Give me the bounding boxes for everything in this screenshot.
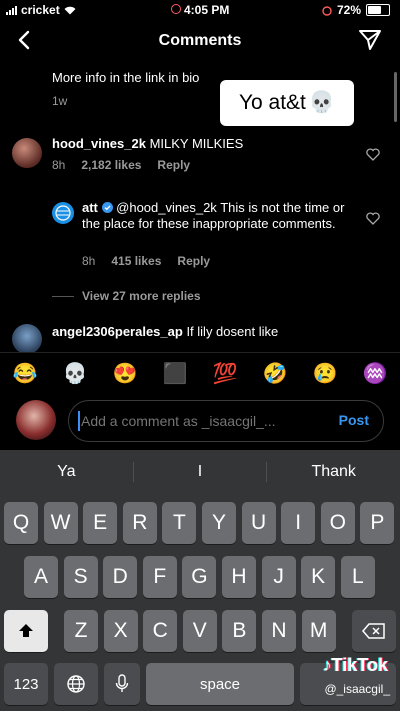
battery-percent: 72% [336,3,361,17]
divider [52,296,74,297]
delete-key[interactable] [352,610,396,652]
send-icon[interactable] [358,28,382,52]
comment-username[interactable]: att [82,200,98,215]
key-r[interactable]: R [122,502,157,544]
comment-meta: 8h 2,182 likes Reply [52,158,190,172]
recording-icon [170,4,181,14]
watermark-user: @_isaacgil_ [324,682,390,696]
comment-time: 8h [82,254,96,268]
numbers-key[interactable]: 123 [4,663,48,705]
key-x[interactable]: X [103,610,138,652]
emoji-laughing[interactable]: 😂 [13,361,38,386]
verified-badge-icon [101,202,113,213]
like-heart-icon[interactable] [366,212,380,225]
backspace-icon [362,623,385,639]
emoji-crying[interactable]: 😢 [313,361,338,386]
globe-icon [55,205,71,221]
key-d[interactable]: D [103,556,138,598]
comments-header: Comments [0,20,400,62]
reply-button[interactable]: Reply [157,158,190,172]
reply-body: att @hood_vines_2k This is not the time … [82,200,352,232]
dictation-key[interactable] [104,663,140,705]
key-z[interactable]: Z [64,610,98,652]
att-logo-avatar[interactable] [52,202,74,224]
tiktok-note-icon: ♪ [322,655,332,675]
avatar[interactable] [12,324,42,352]
key-u[interactable]: U [241,502,276,544]
shift-key[interactable] [4,610,48,652]
key-y[interactable]: Y [202,502,236,544]
comment-input[interactable] [79,409,303,433]
emoji-black-square[interactable]: ⬛ [163,361,188,386]
suggestion-1[interactable]: Ya [0,450,133,494]
key-e[interactable]: E [83,502,118,544]
comment-username[interactable]: angel2306perales_ap [52,324,183,339]
comment-body: angel2306perales_ap If lily dosent like [52,324,352,340]
globe-key[interactable] [54,663,98,705]
comment-text: MILKY MILKIES [149,136,244,151]
alarm-icon [322,5,332,16]
emoji-heart-eyes[interactable]: 😍 [113,361,138,386]
view-more-replies[interactable]: View 27 more replies [82,289,201,303]
caption-time: 1w [52,94,68,108]
tiktok-brand: TikTok [331,655,388,675]
status-bar: cricket 4:05 PM 72% [0,0,400,20]
comment-composer: Post [0,395,400,447]
key-b[interactable]: B [222,610,257,652]
overlay-text: Yo at&t [238,91,306,114]
comment-username[interactable]: hood_vines_2k [52,136,146,151]
emoji-skull[interactable]: 💀 [63,361,88,386]
user-avatar [16,400,56,440]
comment-input-box[interactable]: Post [68,400,384,442]
key-c[interactable]: C [143,610,178,652]
tiktok-watermark: ♪TikTok [323,655,388,676]
emoji-aquarius[interactable]: ♒ [363,361,388,386]
comment-time: 8h [52,158,66,172]
emoji-hundred[interactable]: 💯 [213,361,238,386]
key-q[interactable]: Q [4,502,38,544]
comment-body: hood_vines_2k MILKY MILKIES [52,136,352,152]
globe-icon [67,675,85,693]
post-button[interactable]: Post [339,412,369,428]
key-l[interactable]: L [340,556,375,598]
page-title: Comments [158,32,242,49]
suggestion-2[interactable]: I [134,450,267,494]
status-time: 4:05 PM [183,3,230,17]
caption-text: More info in the link in bio [52,70,200,85]
key-g[interactable]: G [182,556,217,598]
avatar[interactable] [12,138,42,168]
key-o[interactable]: O [320,502,355,544]
key-p[interactable]: P [360,502,395,544]
key-i[interactable]: I [281,502,316,544]
key-h[interactable]: H [222,556,256,598]
comment-likes[interactable]: 415 likes [111,254,161,268]
key-n[interactable]: N [262,610,296,652]
key-a[interactable]: A [24,556,58,598]
key-k[interactable]: K [301,556,336,598]
predictive-bar: Ya I Thank [0,450,400,494]
skull-emoji: 💀 [308,91,336,114]
scrollbar[interactable] [394,72,397,122]
video-caption-overlay: Yo at&t 💀 [220,80,354,126]
suggestion-3[interactable]: Thank [267,450,400,494]
emoji-quick-bar: 😂 💀 😍 ⬛ 💯 🤣 😢 ♒ [0,352,400,393]
comment-meta: 8h 415 likes Reply [82,254,210,268]
key-w[interactable]: W [43,502,78,544]
key-t[interactable]: T [162,502,197,544]
key-f[interactable]: F [142,556,177,598]
shift-arrow-icon [19,624,33,637]
emoji-rofl[interactable]: 🤣 [263,361,288,386]
battery-icon [366,4,390,16]
reply-button[interactable]: Reply [177,254,210,268]
key-s[interactable]: S [63,556,98,598]
key-j[interactable]: J [261,556,296,598]
key-v[interactable]: V [182,610,217,652]
mention-link[interactable]: @hood_vines_2k [116,200,217,215]
space-key[interactable]: space [146,663,294,705]
comment-text: If lily dosent like [186,324,279,339]
key-m[interactable]: M [301,610,336,652]
like-heart-icon[interactable] [366,148,380,161]
comment-likes[interactable]: 2,182 likes [81,158,141,172]
microphone-icon [115,674,129,692]
